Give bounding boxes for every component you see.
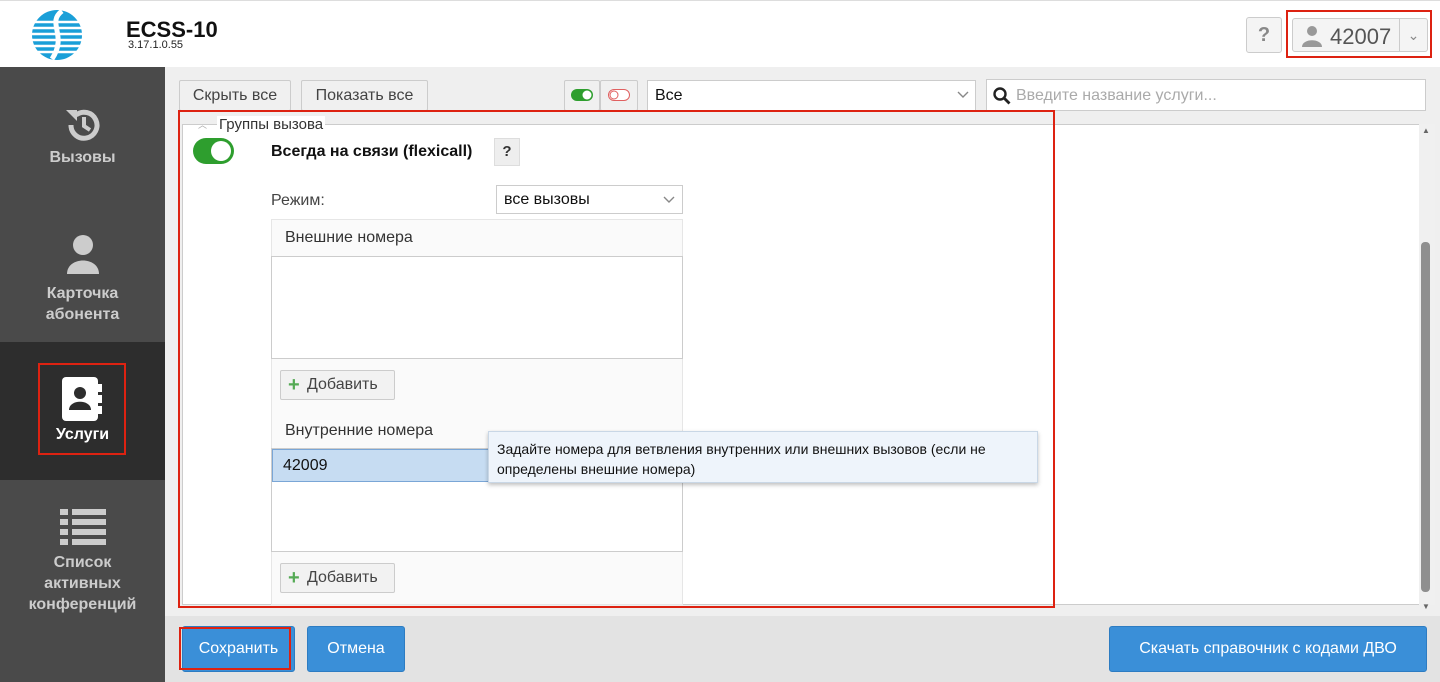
service-help-button[interactable]: ? bbox=[494, 138, 520, 166]
chevron-down-icon[interactable]: ⌄ bbox=[1399, 19, 1427, 51]
contacts-book-icon bbox=[62, 377, 102, 421]
user-menu-highlight: 42007 ⌄ bbox=[1286, 10, 1432, 58]
sidebar-item-label: Карточка абонента bbox=[45, 285, 120, 323]
chevron-down-icon bbox=[957, 91, 969, 98]
eltex-logo bbox=[32, 9, 82, 61]
sidebar-item-calls[interactable]: Вызовы bbox=[0, 67, 165, 204]
user-number: 42007 bbox=[1330, 24, 1392, 49]
app-version: 3.17.1.0.55 bbox=[128, 39, 184, 51]
cancel-button[interactable]: Отмена bbox=[307, 626, 405, 672]
sidebar-item-label: Вызовы bbox=[49, 149, 116, 166]
service-title: Всегда на связи (flexicall) bbox=[271, 143, 473, 160]
sidebar-item-subscriber-card[interactable]: Карточка абонента bbox=[0, 204, 165, 342]
collapse-icon[interactable]: ︿ bbox=[198, 118, 207, 131]
tooltip: Задайте номера для ветвления внутренних … bbox=[488, 431, 1038, 483]
user-icon bbox=[1302, 26, 1322, 47]
list-icon bbox=[60, 509, 106, 545]
plus-icon: + bbox=[288, 567, 300, 589]
sidebar-item-label: Услуги bbox=[55, 426, 110, 443]
sidebar-item-active-conferences[interactable]: Список активных конференций bbox=[0, 480, 165, 682]
sidebar-item-services[interactable]: Услуги bbox=[0, 342, 165, 480]
add-label: Добавить bbox=[307, 376, 378, 393]
download-codes-button[interactable]: Скачать справочник с кодами ДВО bbox=[1109, 626, 1427, 672]
sidebar-item-label: Список активных конференций bbox=[28, 554, 137, 613]
sidebar: Вызовы Карточка абонента Услуги Список а… bbox=[0, 67, 165, 682]
filter-disabled-button[interactable] bbox=[600, 80, 638, 111]
internal-numbers-title: Внутренние номера bbox=[285, 422, 434, 439]
scrollbar[interactable]: ▲ ▼ bbox=[1419, 124, 1435, 611]
show-all-button[interactable]: Показать все bbox=[301, 80, 428, 111]
service-toggle[interactable] bbox=[193, 138, 234, 164]
add-external-button[interactable]: + Добавить bbox=[280, 370, 395, 400]
internal-number: 42009 bbox=[283, 457, 328, 474]
filter-select[interactable]: Все bbox=[647, 80, 976, 111]
app-header: ECSS-10 3.17.1.0.55 ? 42007 ⌄ bbox=[0, 0, 1440, 67]
filter-value: Все bbox=[655, 87, 683, 104]
search-placeholder: Введите название услуги... bbox=[1016, 87, 1217, 104]
external-numbers-title: Внешние номера bbox=[285, 229, 413, 246]
history-icon bbox=[66, 109, 100, 141]
save-highlight bbox=[179, 627, 291, 670]
search-input[interactable]: Введите название услуги... bbox=[986, 79, 1426, 111]
mode-value: все вызовы bbox=[504, 191, 590, 208]
user-menu-button[interactable]: 42007 ⌄ bbox=[1292, 18, 1428, 52]
toggle-on-icon bbox=[571, 89, 593, 101]
hide-all-button[interactable]: Скрыть все bbox=[179, 80, 291, 111]
mode-select[interactable]: все вызовы bbox=[496, 185, 683, 214]
add-internal-button[interactable]: + Добавить bbox=[280, 563, 395, 593]
external-numbers-list[interactable] bbox=[271, 256, 683, 359]
scrollbar-thumb[interactable] bbox=[1421, 242, 1430, 592]
filter-enabled-button[interactable] bbox=[564, 80, 600, 111]
scroll-down-icon[interactable]: ▼ bbox=[1422, 602, 1430, 611]
group-legend: Группы вызова bbox=[217, 116, 326, 133]
scroll-up-icon[interactable]: ▲ bbox=[1422, 126, 1430, 135]
help-button[interactable]: ? bbox=[1246, 17, 1282, 53]
add-label: Добавить bbox=[307, 569, 378, 586]
search-icon bbox=[993, 87, 1011, 105]
mode-label: Режим: bbox=[271, 192, 325, 209]
chevron-down-icon bbox=[663, 196, 675, 203]
toggle-off-icon bbox=[608, 89, 630, 101]
plus-icon: + bbox=[288, 374, 300, 396]
user-icon bbox=[67, 235, 99, 274]
